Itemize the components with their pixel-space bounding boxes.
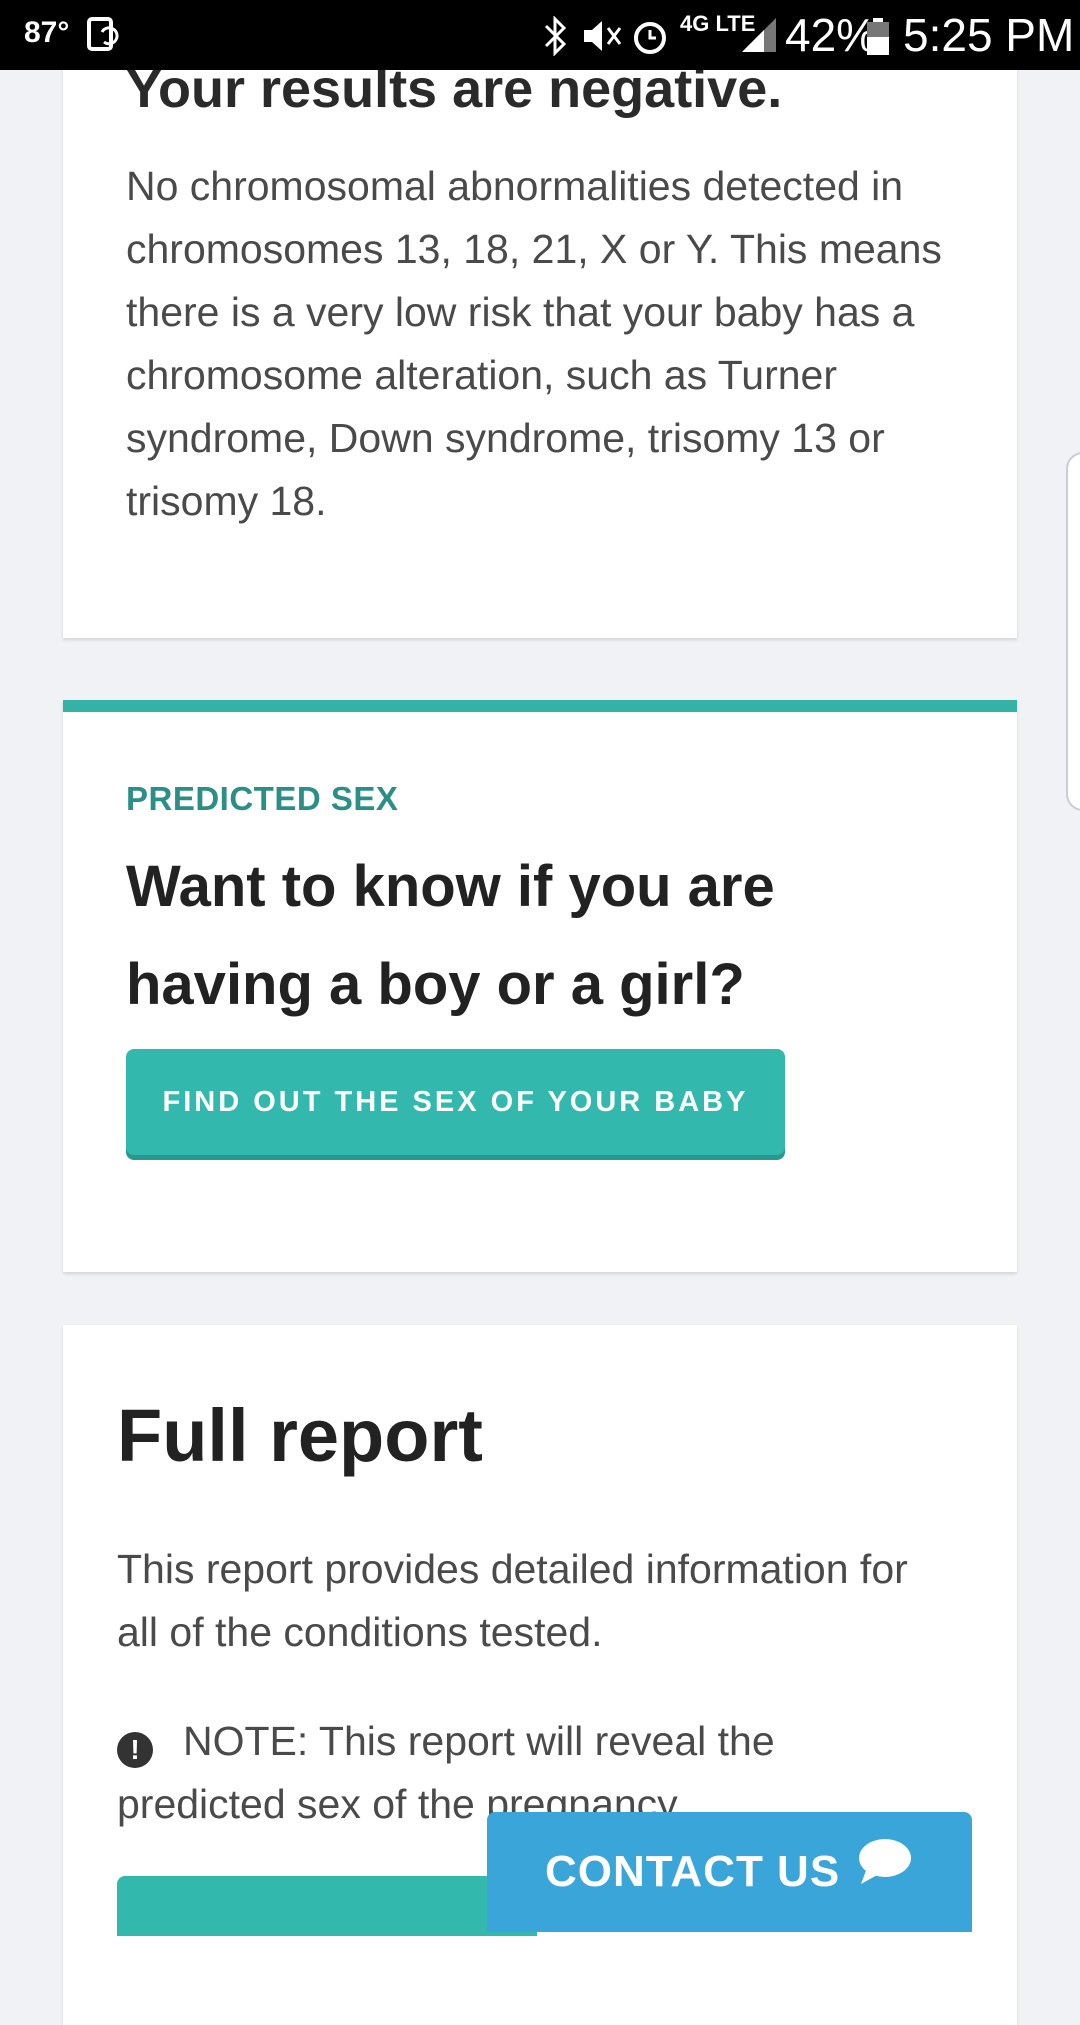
- bluetooth-icon: [544, 16, 567, 56]
- signal-icon: [742, 18, 776, 52]
- results-description: No chromosomal abnormalities detected in…: [126, 163, 942, 524]
- screenshot-icon: [87, 17, 119, 51]
- mute-icon: [584, 21, 622, 51]
- chat-bubble-icon: [859, 1839, 911, 1884]
- find-out-sex-button[interactable]: FIND OUT THE SEX OF YOUR BABY: [126, 1049, 785, 1155]
- predicted-sex-label: PREDICTED SEX: [126, 780, 399, 817]
- report-note-text: NOTE: This report will reveal the predic…: [117, 1718, 775, 1827]
- contact-us-button[interactable]: CONTACT US: [487, 1812, 972, 1932]
- alarm-icon: [634, 22, 666, 54]
- exclamation-icon: !: [117, 1732, 153, 1768]
- battery-percent: 42%: [785, 9, 878, 61]
- predicted-sex-question: Want to know if you are having a boy or …: [126, 854, 775, 1017]
- side-drawer-handle[interactable]: [1066, 452, 1080, 811]
- view-report-button[interactable]: [117, 1876, 537, 1936]
- status-bar: 87° 4G LTE 42% 5:25 PM: [0, 0, 1080, 70]
- temperature-text: 87°: [24, 16, 70, 49]
- full-report-description: This report provides detailed informatio…: [117, 1546, 908, 1655]
- battery-icon: [867, 18, 889, 55]
- full-report-title: Full report: [117, 1394, 483, 1477]
- contact-us-label: CONTACT US: [545, 1847, 841, 1896]
- clock: 5:25 PM: [903, 9, 1075, 61]
